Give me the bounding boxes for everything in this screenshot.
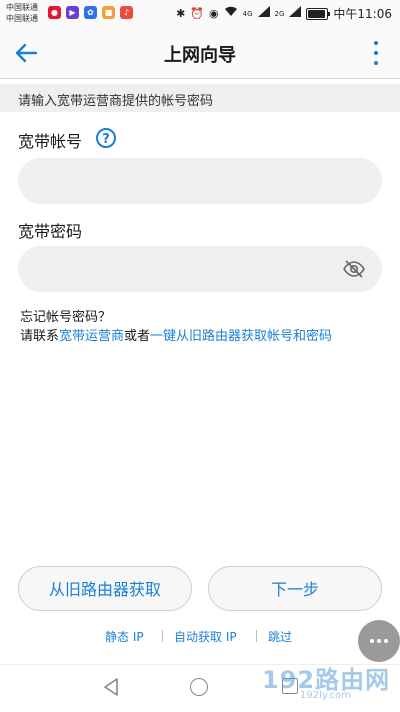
signal-icon-2 — [289, 6, 302, 21]
fetch-from-old-router-link[interactable]: 一键从旧路由器获取帐号和密码 — [150, 329, 332, 344]
weibo-icon: ● — [48, 6, 61, 19]
video-icon: ▶ — [66, 6, 79, 19]
floating-more-button[interactable] — [358, 620, 400, 662]
notification-icons: ● ▶ ✿ ■ ♪ — [48, 6, 133, 19]
skip-link[interactable]: 跳过 — [268, 628, 292, 645]
connection-mode-links: 静态 IP 自动获取 IP 跳过 — [0, 628, 400, 644]
carrier-label-1: 中国联通 — [6, 3, 38, 12]
nav-home-icon[interactable] — [190, 678, 208, 696]
help-icon[interactable]: ? — [96, 128, 116, 148]
account-input[interactable] — [18, 158, 382, 204]
watermark-url: 192ly.com — [300, 690, 351, 701]
password-label: 宽带密码 — [18, 222, 83, 241]
hint-banner: 请输入宽带运营商提供的帐号密码 — [0, 84, 400, 112]
or-text: 或者 — [124, 329, 151, 344]
network-type-2: 2G — [274, 9, 285, 18]
contact-prefix: 请联系 — [20, 329, 60, 344]
music-icon: ♪ — [120, 6, 133, 19]
bluetooth-icon: ✱ — [176, 6, 186, 20]
account-label: 宽带帐号 — [18, 132, 83, 151]
battery-icon — [306, 7, 331, 20]
status-bar: 中国联通 中国联通 ● ▶ ✿ ■ ♪ ✱ ⏰ ◉ 4G 2G 中午11:06 — [0, 0, 400, 28]
more-options-icon[interactable] — [370, 41, 382, 65]
password-input[interactable] — [18, 246, 382, 292]
nav-back-icon[interactable] — [102, 677, 120, 701]
wifi-icon — [224, 6, 238, 21]
eye-icon: ◉ — [209, 6, 219, 20]
page-title: 上网向导 — [164, 45, 236, 66]
alarm-icon: ⏰ — [190, 6, 205, 20]
auto-ip-link[interactable]: 自动获取 IP — [174, 628, 237, 645]
link-separator — [162, 630, 163, 642]
carrier-label-2: 中国联通 — [6, 14, 38, 23]
forgot-help-line: 请联系宽带运营商或者一键从旧路由器获取帐号和密码 — [20, 325, 332, 344]
clock: 中午11:06 — [333, 7, 392, 21]
app-bar: 上网向导 — [0, 28, 400, 78]
network-type-1: 4G — [242, 9, 253, 18]
next-button[interactable]: 下一步 — [208, 566, 382, 611]
static-ip-link[interactable]: 静态 IP — [105, 628, 144, 645]
status-icons: ✱ ⏰ ◉ 4G 2G 中午11:06 — [176, 5, 392, 22]
baidu-icon: ✿ — [84, 6, 97, 19]
fetch-from-old-router-button[interactable]: 从旧路由器获取 — [18, 566, 192, 611]
app-icon: ■ — [102, 6, 115, 19]
app-bar-divider — [0, 78, 400, 79]
hint-text: 请输入宽带运营商提供的帐号密码 — [18, 94, 214, 109]
contact-isp-link[interactable]: 宽带运营商 — [59, 329, 124, 344]
forgot-credentials-text: 忘记帐号密码？ — [20, 310, 112, 325]
hide-password-icon[interactable] — [342, 257, 366, 281]
signal-icon — [257, 6, 270, 21]
link-separator — [256, 630, 257, 642]
